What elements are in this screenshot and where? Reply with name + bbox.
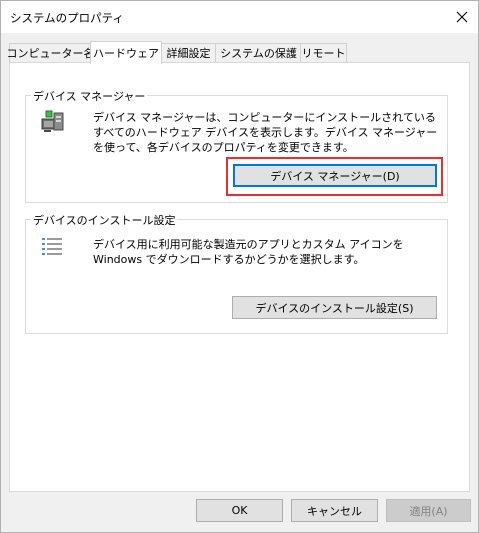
tab-system-protection[interactable]: システムの保護: [215, 43, 302, 62]
tab-remote[interactable]: リモート: [300, 43, 347, 62]
tab-hardware[interactable]: ハードウェア: [90, 41, 162, 64]
cancel-button[interactable]: キャンセル: [291, 499, 378, 522]
device-manager-button[interactable]: デバイス マネージャー(D): [233, 164, 437, 187]
device-manager-description: デバイス マネージャーは、コンピューターにインストールされているすべてのハードウ…: [93, 111, 438, 154]
ok-button[interactable]: OK: [196, 499, 283, 522]
close-icon: [456, 11, 468, 23]
tab-label: 詳細設定: [166, 47, 211, 60]
tab-label: コンピューター名: [6, 47, 95, 60]
checklist-icon: [42, 238, 62, 255]
tab-label: システムの保護: [220, 47, 297, 60]
close-button[interactable]: [446, 1, 478, 33]
title-bar[interactable]: システムのプロパティ: [1, 1, 478, 33]
window-title: システムのプロパティ: [10, 11, 124, 25]
device-installation-settings-group-title: デバイスのインストール設定: [31, 212, 178, 228]
apply-button[interactable]: 適用(A): [386, 499, 471, 522]
system-properties-dialog: システムのプロパティ コンピューター名 ハードウェア 詳細設定 システムの保護 …: [0, 0, 479, 533]
device-installation-settings-button[interactable]: デバイスのインストール設定(S): [232, 296, 437, 319]
device-manager-icon: [41, 110, 64, 132]
tab-label: ハードウェア: [93, 47, 159, 60]
device-manager-group-title: デバイス マネージャー: [31, 88, 148, 104]
tab-advanced[interactable]: 詳細設定: [160, 43, 217, 62]
hardware-tab-panel: デバイス マネージャー デバイス マネージャーは、コンピューターにインストールさ…: [9, 62, 470, 492]
tab-label: リモート: [301, 47, 346, 60]
device-installation-settings-description: デバイス用に利用可能な製造元のアプリとカスタム アイコンを Windows でダ…: [93, 238, 404, 266]
tab-computer-name[interactable]: コンピューター名: [6, 43, 95, 62]
